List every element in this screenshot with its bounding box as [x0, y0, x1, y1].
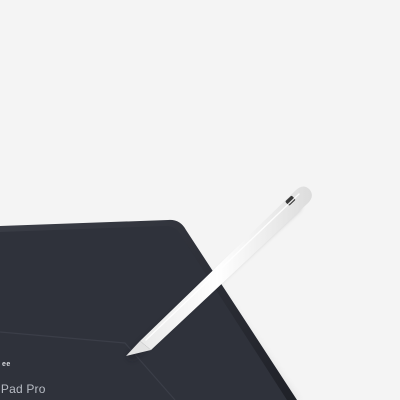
product-photo: ee iPad Pro: [0, 0, 400, 400]
product-illustration: [0, 186, 312, 400]
screen-model-text: iPad Pro: [0, 382, 46, 396]
screen-logo-text: ee: [2, 361, 11, 368]
